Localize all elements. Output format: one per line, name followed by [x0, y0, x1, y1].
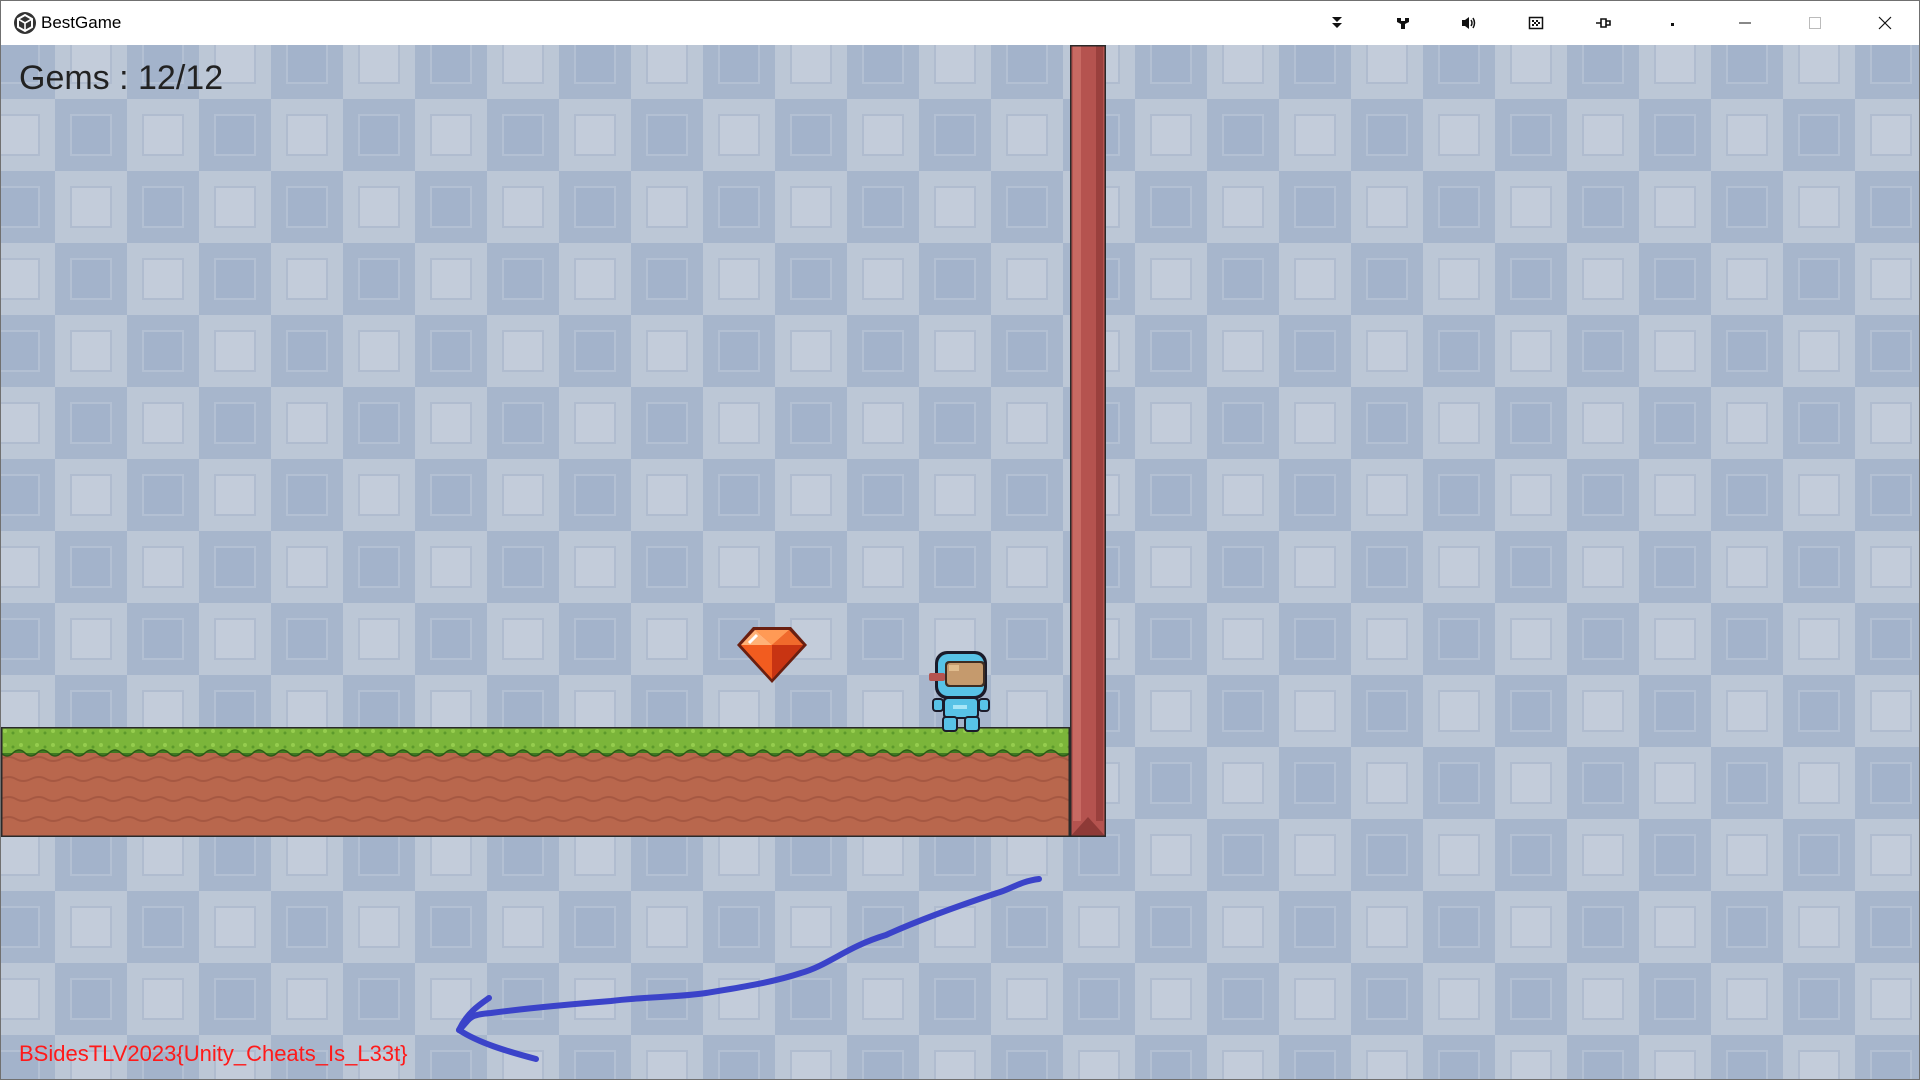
player-character [929, 651, 990, 732]
grid-toggle-icon[interactable] [1516, 5, 1556, 41]
minimize-icon[interactable] [1725, 5, 1765, 41]
checkered-background [1, 45, 1919, 1079]
flag-text: BSidesTLV2023{Unity_Cheats_Is_L33t} [19, 1041, 408, 1066]
gems-counter: Gems : 12/12 [19, 59, 224, 97]
window-title: BestGame [41, 13, 122, 32]
tools-icon[interactable] [1383, 5, 1423, 41]
game-window: BestGame Gems: 12/12 BSidesTLV2023{Unit… [0, 0, 1920, 1080]
pin-icon[interactable] [1583, 5, 1623, 41]
title-bar[interactable]: BestGame [1, 1, 1919, 45]
maximize-icon[interactable] [1795, 5, 1835, 41]
collapse-icon[interactable] [1317, 5, 1357, 41]
game-viewport[interactable]: Gems : 12/12 BSidesTLV2023{Unity_Cheats_… [1, 45, 1919, 1079]
volume-icon[interactable] [1449, 5, 1489, 41]
dot-icon[interactable] [1653, 5, 1693, 41]
unity-icon [14, 12, 36, 34]
grass-platform [1, 727, 1070, 837]
gem-icon [737, 627, 807, 683]
close-icon[interactable] [1865, 5, 1905, 41]
brick-wall [1070, 45, 1106, 837]
